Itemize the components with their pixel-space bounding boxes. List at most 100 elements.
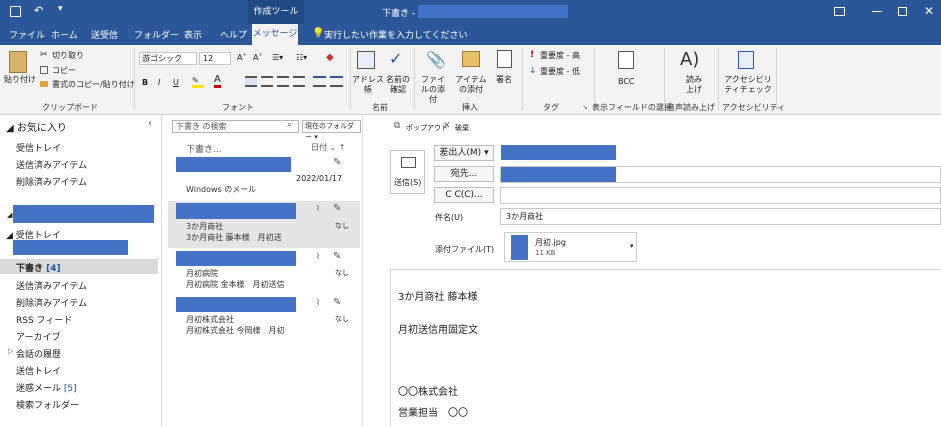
send-button[interactable]: 送信(S) [390, 150, 425, 194]
folder-junk[interactable]: 迷惑メール [5] [16, 381, 77, 394]
font-color-icon[interactable]: A [214, 75, 221, 88]
importance-low-button[interactable]: 重要度 - 低 [540, 67, 580, 77]
tags-launcher-icon[interactable]: ↘ [582, 103, 588, 111]
tell-me-search[interactable]: 実行したい作業を入力してください [324, 28, 467, 41]
importance-high-button[interactable]: 重要度 - 高 [540, 51, 580, 61]
popout-button[interactable]: ポップアウト [406, 123, 448, 133]
ribbon: 貼り付け ✂ 切り取り コピー 書式のコピー/貼り付け クリップボード 游ゴシッ… [0, 45, 941, 115]
align-right-icon[interactable] [277, 76, 289, 87]
tab-home[interactable]: ホーム [51, 28, 78, 41]
folder-rss[interactable]: RSS フィード [16, 313, 72, 326]
bullets-button[interactable]: ☰▾ [272, 53, 283, 63]
ribbon-display-icon[interactable] [834, 7, 845, 16]
from-button[interactable]: 差出人(M) ▾ [434, 145, 494, 161]
favorites-header[interactable]: ◢ お気に入り [6, 119, 67, 134]
attach-item-button[interactable]: アイテムの添付 [452, 75, 490, 95]
restore-icon[interactable] [898, 7, 907, 16]
underline-button[interactable]: U [173, 78, 179, 88]
copy-button[interactable]: コピー [52, 66, 76, 76]
redacted-sender [176, 203, 296, 219]
folder-fav-inbox[interactable]: 受信トレイ [16, 141, 61, 154]
bcc-button[interactable]: BCC [618, 77, 635, 87]
tab-send-receive[interactable]: 送受信 [91, 28, 118, 41]
format-painter-button[interactable]: 書式のコピー/貼り付け [52, 80, 135, 90]
popout-icon[interactable]: ⧉ [394, 121, 400, 131]
list-item[interactable]: ⌇ ✎ 月初株式会社 なし 月初株式会社 今岡様 月初 [168, 295, 360, 342]
list-item[interactable]: ⌇ ✎ 3か月商社 なし 3か月商社 藤本様 月初送 [168, 201, 360, 248]
numbering-button[interactable]: ☷▾ [296, 53, 307, 63]
folder-search[interactable]: 検索フォルダー [16, 398, 79, 411]
title-bar: ↶ ▾ 作成ツール 下書き - ✕ [0, 0, 941, 24]
list-item[interactable]: ✎ 2022/01/17 Windows のメール [168, 155, 360, 202]
tab-file[interactable]: ファイル [9, 28, 45, 41]
group-label-show-fields: 表示フィールドの選択 [592, 103, 672, 112]
expand-icon[interactable]: ▷ [8, 347, 13, 355]
collapse-icon[interactable]: ◢ [7, 211, 12, 219]
window-title: 下書き - [382, 9, 416, 19]
attachment-chip[interactable]: 月初.jpg 11 KB ▾ [504, 232, 637, 262]
save-icon[interactable] [10, 6, 21, 17]
item-flag: なし [335, 222, 349, 230]
tab-message[interactable]: メッセージ [252, 24, 298, 45]
read-aloud-button[interactable]: 読み上げ [683, 75, 705, 95]
folder-history[interactable]: 会話の履歴 [16, 347, 61, 360]
redacted-sender [176, 251, 296, 266]
accessibility-check-button[interactable]: アクセシビリティチェック [722, 75, 774, 95]
folder-deleted[interactable]: 削除済みアイテム [16, 296, 87, 309]
font-size-select[interactable]: 12 [199, 52, 231, 65]
italic-button[interactable]: I [158, 78, 160, 88]
group-label-clipboard: クリップボード [42, 103, 98, 112]
minimize-icon[interactable] [872, 11, 882, 12]
folder-pane: ◢ お気に入り ‹ 受信トレイ 送信済みアイテム 削除済みアイテム ◢ ◢ 受信… [0, 115, 162, 427]
folder-fav-deleted[interactable]: 削除済みアイテム [16, 175, 87, 188]
tab-view[interactable]: 表示 [184, 28, 202, 41]
increase-indent-icon[interactable] [330, 76, 343, 87]
subject-field[interactable]: 3か月商社 [500, 208, 941, 225]
sort-by-date[interactable]: 日付 ⌄ ↑ [311, 142, 346, 153]
align-left-icon[interactable] [245, 76, 257, 87]
paste-button[interactable]: 貼り付け [4, 75, 36, 85]
search-icon[interactable]: ⌕ [287, 120, 292, 130]
cut-button[interactable]: 切り取り [52, 51, 84, 61]
font-name-select[interactable]: 游ゴシック [139, 52, 197, 65]
redacted-to [501, 167, 616, 182]
justify-icon[interactable] [293, 76, 305, 87]
item-subject: 3か月商社 [186, 222, 224, 231]
address-book-button[interactable]: アドレス帳 [350, 75, 386, 95]
highlight-icon[interactable]: ✎ [192, 76, 204, 88]
search-input[interactable]: 下書き の検索 [172, 120, 299, 133]
address-book-icon [357, 51, 375, 69]
cc-field[interactable] [500, 187, 941, 204]
draft-edit-icon: ✎ [333, 251, 342, 262]
folder-fav-sent[interactable]: 送信済みアイテム [16, 158, 87, 171]
signature-button[interactable]: 署名 [496, 75, 512, 85]
folder-archive[interactable]: アーカイブ [16, 330, 60, 343]
undo-icon[interactable]: ↶ [34, 4, 43, 17]
check-names-button[interactable]: 名前の確認 [385, 75, 411, 95]
attach-file-button[interactable]: ファイルの添付 [418, 75, 448, 105]
ribbon-tabs: ファイル ホーム 送受信 フォルダー 表示 ヘルプ メッセージ 💡 実行したい作… [0, 24, 941, 45]
paste-icon [9, 51, 27, 73]
attachment-icon: ⌇ [316, 252, 320, 261]
clear-format-icon[interactable]: ◆ [326, 52, 334, 63]
grow-font-button[interactable]: A˄ [237, 53, 246, 63]
to-button[interactable]: 宛先... [434, 166, 494, 182]
align-center-icon[interactable] [261, 76, 273, 87]
folder-sent[interactable]: 送信済みアイテム [16, 279, 87, 292]
cc-button[interactable]: C C(C)... [434, 187, 494, 203]
attachment-dropdown-icon[interactable]: ▾ [630, 242, 634, 250]
discard-button[interactable]: 破棄 [455, 123, 469, 133]
decrease-indent-icon[interactable] [313, 76, 326, 87]
tab-folder[interactable]: フォルダー [134, 28, 179, 41]
shrink-font-button[interactable]: A˅ [253, 53, 262, 63]
qat-dropdown-icon[interactable]: ▾ [58, 4, 63, 14]
discard-icon[interactable]: ✕ [443, 121, 451, 131]
list-item[interactable]: ⌇ ✎ 月初病院 なし 月初病院 金本様 月初送信 [168, 249, 360, 296]
item-flag: なし [335, 315, 349, 323]
bold-button[interactable]: B [142, 78, 148, 88]
close-icon[interactable]: ✕ [924, 4, 934, 18]
collapse-pane-icon[interactable]: ‹ [148, 118, 152, 129]
search-scope-select[interactable]: 現在のフォルダー ▾ [302, 120, 361, 141]
tab-help[interactable]: ヘルプ [220, 28, 247, 41]
folder-outbox[interactable]: 送信トレイ [16, 364, 61, 377]
